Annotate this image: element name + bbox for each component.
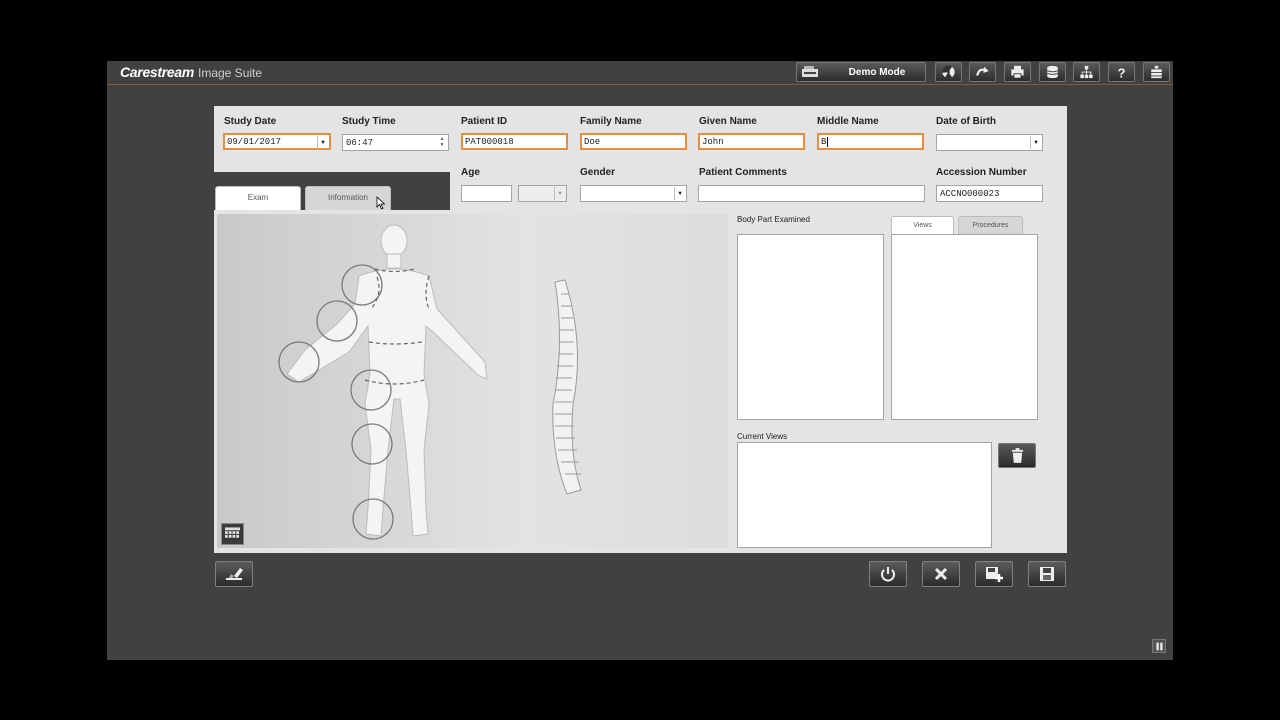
study-date-value: 09/01/2017 bbox=[227, 137, 282, 147]
middle-name-label: Middle Name bbox=[817, 116, 879, 127]
brand-subtitle: Image Suite bbox=[198, 66, 263, 80]
middle-name-field[interactable]: B bbox=[817, 133, 924, 150]
spinner-icon[interactable]: ▲ ▼ bbox=[437, 136, 447, 149]
cancel-button[interactable] bbox=[922, 561, 960, 587]
svg-text:?: ? bbox=[1117, 65, 1125, 79]
help-icon: ? bbox=[1117, 65, 1125, 79]
family-name-field[interactable]: Doe bbox=[580, 133, 687, 150]
save-icon bbox=[1040, 567, 1054, 581]
patient-id-label: Patient ID bbox=[461, 116, 508, 127]
study-date-field[interactable]: 09/01/2017 ▼ bbox=[223, 133, 331, 150]
patient-comments-field[interactable] bbox=[698, 185, 925, 202]
menu-button[interactable] bbox=[1143, 62, 1170, 82]
network-button[interactable] bbox=[1073, 62, 1100, 82]
patient-id-value: PAT000018 bbox=[465, 137, 514, 147]
demo-mode-button[interactable]: Demo Mode bbox=[796, 62, 926, 82]
title-divider bbox=[107, 84, 1173, 85]
views-list[interactable] bbox=[891, 234, 1038, 420]
body-selection-canvas[interactable] bbox=[217, 214, 728, 548]
close-icon bbox=[934, 567, 948, 581]
pause-icon bbox=[1156, 642, 1163, 651]
pause-button[interactable] bbox=[1152, 639, 1166, 653]
chevron-down-icon[interactable]: ▼ bbox=[1030, 136, 1041, 149]
chevron-down-icon[interactable]: ▼ bbox=[317, 136, 328, 149]
save-add-icon bbox=[986, 567, 1003, 582]
family-name-value: Doe bbox=[584, 137, 601, 147]
current-views-list[interactable] bbox=[737, 442, 992, 548]
save-button[interactable] bbox=[1028, 561, 1066, 587]
age-field[interactable] bbox=[461, 185, 512, 202]
gender-select[interactable]: ▼ bbox=[580, 185, 687, 202]
tab-procedures[interactable]: Procedures bbox=[958, 216, 1023, 236]
body-part-list[interactable] bbox=[737, 234, 884, 420]
gender-label: Gender bbox=[580, 167, 616, 178]
power-icon bbox=[881, 567, 895, 582]
body-part-label: Body Part Examined bbox=[737, 215, 810, 224]
tab-views-label: Views bbox=[913, 222, 932, 229]
grid-view-button[interactable] bbox=[221, 523, 244, 545]
age-unit-select[interactable]: ▼ bbox=[518, 185, 567, 202]
accession-number-value: ACCNO000023 bbox=[940, 189, 1000, 199]
patient-id-field[interactable]: PAT000018 bbox=[461, 133, 568, 150]
chevron-down-icon[interactable]: ▼ bbox=[554, 187, 565, 200]
help-button[interactable]: ? bbox=[1108, 62, 1135, 82]
date-of-birth-field[interactable]: ▼ bbox=[936, 134, 1043, 151]
brand-logo: Carestream bbox=[120, 64, 195, 80]
scanner-icon bbox=[802, 66, 818, 77]
family-name-label: Family Name bbox=[580, 116, 642, 127]
grid-icon bbox=[225, 527, 240, 538]
tab-procedures-label: Procedures bbox=[972, 222, 1009, 229]
body-figure bbox=[286, 224, 488, 537]
redo-button[interactable] bbox=[969, 62, 996, 82]
network-icon bbox=[1080, 65, 1093, 79]
given-name-label: Given Name bbox=[699, 116, 757, 127]
tab-views[interactable]: Views bbox=[891, 216, 954, 236]
title-bar: Carestream Image Suite Demo Mode ? bbox=[107, 61, 1173, 85]
given-name-value: John bbox=[702, 137, 724, 147]
date-of-birth-label: Date of Birth bbox=[936, 116, 996, 127]
eraser-icon bbox=[226, 568, 243, 580]
menu-icon bbox=[1151, 65, 1162, 79]
tab-exam-label: Exam bbox=[247, 193, 269, 202]
database-icon bbox=[1047, 65, 1058, 79]
accession-number-field[interactable]: ACCNO000023 bbox=[936, 185, 1043, 202]
mouse-cursor-icon bbox=[376, 196, 386, 210]
age-label: Age bbox=[461, 167, 480, 178]
study-time-label: Study Time bbox=[342, 116, 396, 127]
given-name-field[interactable]: John bbox=[698, 133, 805, 150]
tab-exam[interactable]: Exam bbox=[215, 186, 301, 210]
radiation-icon bbox=[942, 65, 955, 79]
trash-icon bbox=[1011, 448, 1024, 463]
redo-icon bbox=[976, 66, 989, 76]
demo-mode-label: Demo Mode bbox=[848, 67, 906, 78]
print-button[interactable] bbox=[1004, 62, 1031, 82]
tab-information-label: Information bbox=[327, 193, 369, 202]
study-time-field[interactable]: 06:47 ▲ ▼ bbox=[342, 134, 449, 151]
spine-figure bbox=[552, 279, 582, 495]
radiation-button[interactable] bbox=[935, 62, 962, 82]
power-button[interactable] bbox=[869, 561, 907, 587]
database-button[interactable] bbox=[1039, 62, 1066, 82]
text-cursor bbox=[827, 137, 829, 147]
delete-view-button[interactable] bbox=[998, 443, 1036, 468]
chevron-down-icon[interactable]: ▼ bbox=[674, 187, 685, 200]
current-views-label: Current Views bbox=[737, 432, 788, 441]
app-window: Carestream Image Suite Demo Mode ? Study… bbox=[107, 61, 1173, 660]
middle-name-value: B bbox=[821, 137, 827, 147]
patient-comments-label: Patient Comments bbox=[699, 167, 787, 178]
study-date-label: Study Date bbox=[224, 116, 277, 127]
study-time-value: 06:47 bbox=[346, 138, 374, 148]
save-and-new-button[interactable] bbox=[975, 561, 1013, 587]
edit-button[interactable] bbox=[215, 561, 253, 587]
printer-icon bbox=[1011, 65, 1024, 79]
accession-number-label: Accession Number bbox=[936, 167, 1027, 178]
